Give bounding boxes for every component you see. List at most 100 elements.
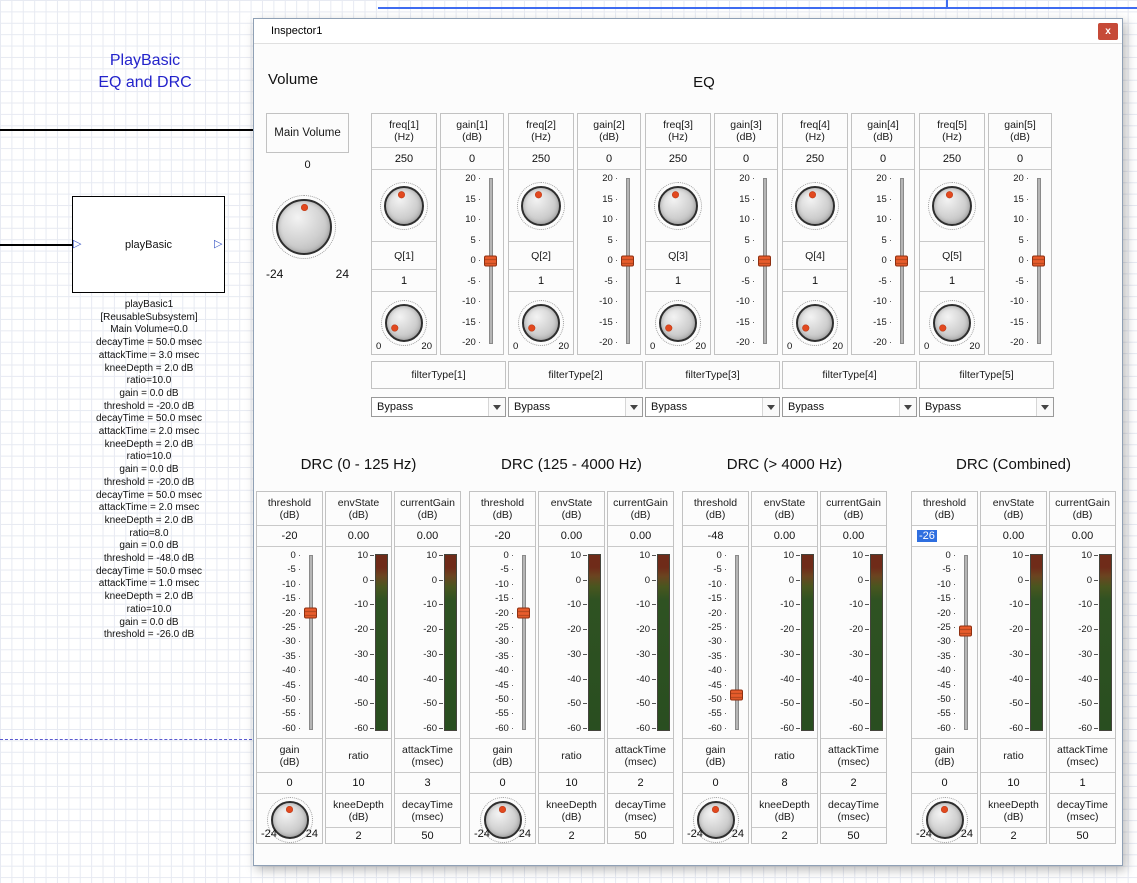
slider-handle[interactable] — [517, 608, 530, 619]
gain-knob[interactable]: -2424 — [683, 794, 748, 843]
slider-handle[interactable] — [484, 256, 497, 267]
gain-knob[interactable]: -2424 — [470, 794, 535, 843]
freq-value[interactable]: 250 — [509, 148, 573, 170]
knob-range-labels: -2424 — [916, 828, 973, 840]
gain-value[interactable]: 0 — [257, 773, 322, 794]
slider-rail[interactable] — [958, 555, 974, 730]
gain-value[interactable]: 0 — [715, 148, 777, 170]
slider-rail[interactable] — [729, 555, 745, 730]
slider-handle[interactable] — [621, 256, 634, 267]
slider-handle[interactable] — [758, 256, 771, 267]
gain-value[interactable]: 0 — [683, 773, 748, 794]
slider-rail[interactable] — [1031, 178, 1047, 344]
drc-heading-2: DRC (125 - 4000 Hz) — [469, 456, 674, 473]
ratio-value[interactable]: 10 — [539, 773, 604, 794]
q-value[interactable]: 1 — [372, 270, 436, 292]
gain-slider[interactable]: 20151050-5-10-15-20 — [991, 170, 1049, 352]
decaytime-value[interactable]: 50 — [821, 828, 886, 843]
gain-value[interactable]: 0 — [578, 148, 640, 170]
q-value[interactable]: 1 — [509, 270, 573, 292]
q-knob[interactable]: 020 — [646, 292, 710, 354]
ratio-value[interactable]: 8 — [752, 773, 817, 794]
decaytime-value[interactable]: 50 — [1050, 828, 1115, 843]
gain-value[interactable]: 0 — [989, 148, 1051, 170]
slider-rail[interactable] — [483, 178, 499, 344]
gain-slider[interactable]: 20151050-5-10-15-20 — [854, 170, 912, 352]
freq-value[interactable]: 250 — [372, 148, 436, 170]
q-knob[interactable]: 020 — [783, 292, 847, 354]
gain-value[interactable]: 0 — [852, 148, 914, 170]
attacktime-value[interactable]: 2 — [821, 773, 886, 794]
threshold-value[interactable]: -26 — [912, 526, 977, 547]
slider-rail[interactable] — [757, 178, 773, 344]
gain-slider[interactable]: 20151050-5-10-15-20 — [580, 170, 638, 352]
q-value[interactable]: 1 — [646, 270, 710, 292]
freq-value[interactable]: 250 — [920, 148, 984, 170]
threshold-slider[interactable]: 0-5-10-15-20-25-30-35-40-45-50-55-60 — [258, 547, 321, 738]
threshold-value[interactable]: -48 — [683, 526, 748, 547]
threshold-slider[interactable]: 0-5-10-15-20-25-30-35-40-45-50-55-60 — [684, 547, 747, 738]
attacktime-value[interactable]: 1 — [1050, 773, 1115, 794]
slider-rail[interactable] — [516, 555, 532, 730]
freq-value[interactable]: 250 — [646, 148, 710, 170]
slider-rail[interactable] — [620, 178, 636, 344]
filtertype-dropdown[interactable]: Bypass — [782, 397, 917, 417]
threshold-value[interactable]: -20 — [257, 526, 322, 547]
filtertype-label-cell: filterType[3] — [645, 361, 780, 389]
slider-rail[interactable] — [894, 178, 910, 344]
window-titlebar[interactable]: Inspector1 x — [254, 19, 1122, 44]
currentgain-label-cell: currentGain(dB) — [608, 492, 673, 526]
q-value[interactable]: 1 — [783, 270, 847, 292]
filtertype-dropdown[interactable]: Bypass — [645, 397, 780, 417]
q-value[interactable]: 1 — [920, 270, 984, 292]
gain-value[interactable]: 0 — [470, 773, 535, 794]
q-knob[interactable]: 020 — [372, 292, 436, 354]
decaytime-value[interactable]: 50 — [395, 828, 460, 843]
gain-knob[interactable]: -2424 — [257, 794, 322, 843]
slider-handle[interactable] — [959, 625, 972, 636]
meter-scale: 100-10-20-30-40-50-60 — [753, 547, 800, 738]
freq-knob[interactable] — [783, 170, 847, 242]
slider-handle[interactable] — [895, 256, 908, 267]
slider-handle[interactable] — [1032, 256, 1045, 267]
kneedepth-value[interactable]: 2 — [752, 828, 817, 843]
close-button[interactable]: x — [1098, 23, 1118, 40]
attacktime-value[interactable]: 2 — [608, 773, 673, 794]
output-port-icon: ▷ — [214, 239, 222, 250]
freq-knob[interactable] — [509, 170, 573, 242]
kneedepth-value[interactable]: 2 — [539, 828, 604, 843]
playbasic-block[interactable]: playBasic — [72, 196, 225, 293]
ratio-value[interactable]: 10 — [981, 773, 1046, 794]
filtertype-dropdown[interactable]: Bypass — [919, 397, 1054, 417]
threshold-slider[interactable]: 0-5-10-15-20-25-30-35-40-45-50-55-60 — [913, 547, 976, 738]
gain-knob[interactable]: -2424 — [912, 794, 977, 843]
ratio-value[interactable]: 10 — [326, 773, 391, 794]
filtertype-dropdown[interactable]: Bypass — [508, 397, 643, 417]
kneedepth-value[interactable]: 2 — [326, 828, 391, 843]
threshold-value[interactable]: -20 — [470, 526, 535, 547]
kneedepth-value[interactable]: 2 — [981, 828, 1046, 843]
main-volume-value[interactable]: 0 — [266, 159, 349, 171]
slider-handle[interactable] — [304, 608, 317, 619]
freq-knob[interactable] — [372, 170, 436, 242]
main-volume-knob[interactable]: -2424 — [266, 189, 349, 299]
freq-value[interactable]: 250 — [783, 148, 847, 170]
slider-handle[interactable] — [730, 690, 743, 701]
filtertype-dropdown[interactable]: Bypass — [371, 397, 506, 417]
threshold-slider[interactable]: 0-5-10-15-20-25-30-35-40-45-50-55-60 — [471, 547, 534, 738]
gain-slider[interactable]: 20151050-5-10-15-20 — [717, 170, 775, 352]
gain-slider[interactable]: 20151050-5-10-15-20 — [443, 170, 501, 352]
meter-bar — [801, 554, 814, 731]
attacktime-value[interactable]: 3 — [395, 773, 460, 794]
envstate-value: 0.00 — [326, 526, 391, 547]
gain-value[interactable]: 0 — [912, 773, 977, 794]
q-knob[interactable]: 020 — [509, 292, 573, 354]
decaytime-value[interactable]: 50 — [608, 828, 673, 843]
currentgain-value: 0.00 — [395, 526, 460, 547]
q-knob[interactable]: 020 — [920, 292, 984, 354]
drc-group-4: threshold(dB) -26 0-5-10-15-20-25-30-35-… — [911, 491, 1116, 844]
slider-rail[interactable] — [303, 555, 319, 730]
gain-value[interactable]: 0 — [441, 148, 503, 170]
freq-knob[interactable] — [646, 170, 710, 242]
freq-knob[interactable] — [920, 170, 984, 242]
